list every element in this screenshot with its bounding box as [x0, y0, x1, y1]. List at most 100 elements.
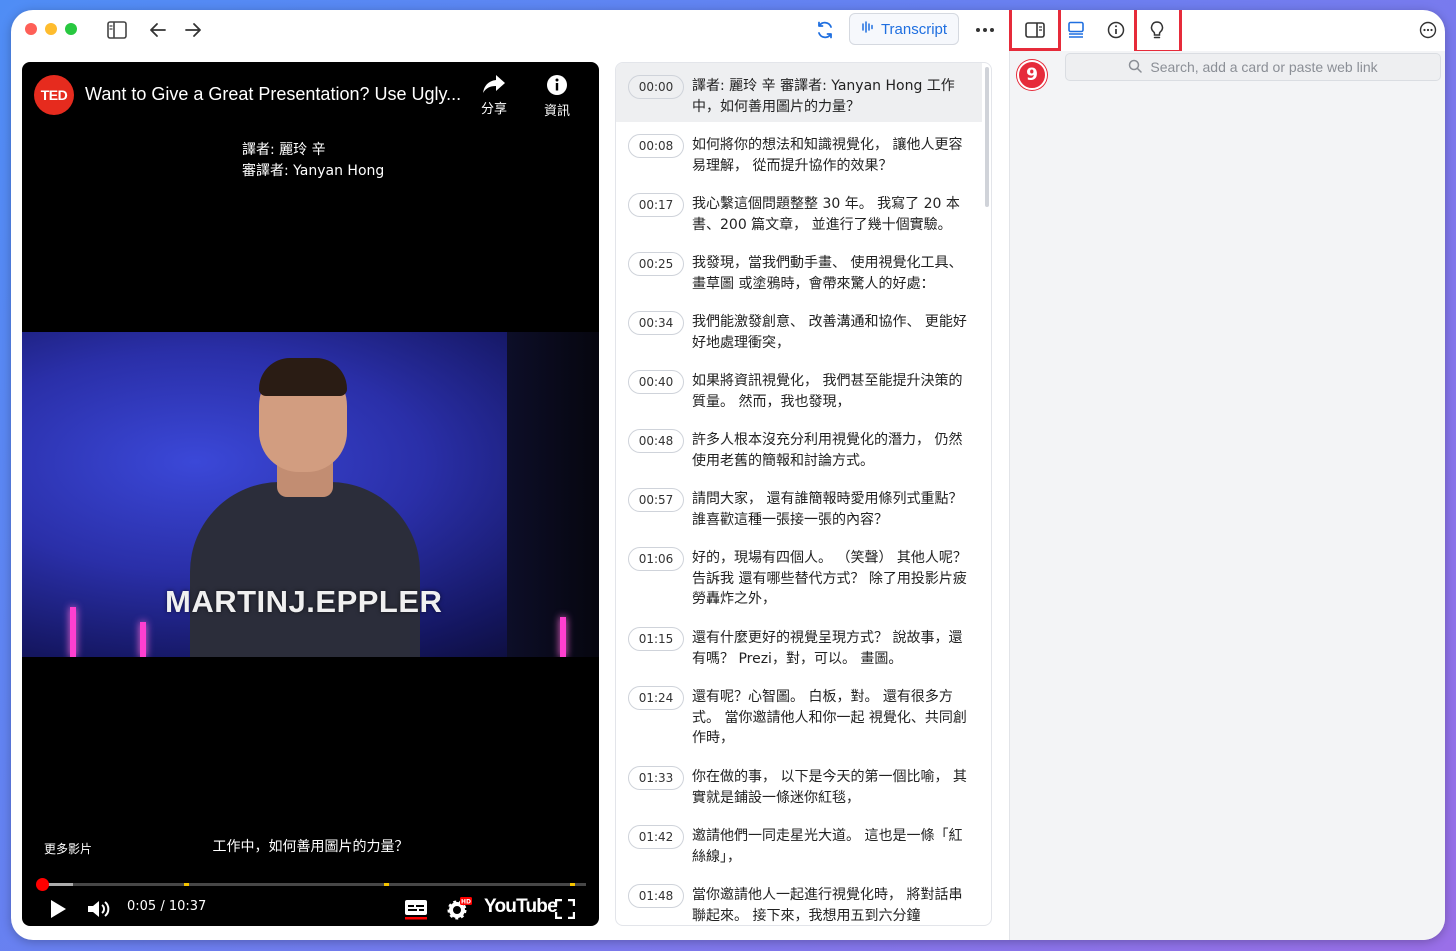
cards-panel [1009, 51, 1445, 940]
transcript-text: 我發現，當我們動手畫、 使用視覺化工具、畫草圖 或塗鴉時，會帶來驚人的好處： [692, 255, 963, 292]
info-button[interactable]: 資訊 [532, 74, 582, 119]
transcript-row[interactable]: 00:17 我心繫這個問題整整 30 年。 我寫了 20 本書、200 篇文章，… [616, 181, 982, 235]
timestamp-pill[interactable]: 01:06 [628, 547, 684, 571]
transcript-text: 我心繫這個問題整整 30 年。 我寫了 20 本書、200 篇文章， 並進行了幾… [692, 196, 960, 233]
transcript-text: 如果將資訊視覺化， 我們甚至能提升決策的質量。 然而，我也發現， [692, 373, 963, 410]
stage-light [70, 607, 76, 657]
transcript-text: 你在做的事， 以下是今天的第一個比喻， 其實就是鋪設一條迷你紅毯， [692, 769, 967, 806]
timestamp-pill[interactable]: 01:15 [628, 627, 684, 651]
timestamp-pill[interactable]: 01:33 [628, 766, 684, 790]
transcript-text: 如何將你的想法和知識視覺化， 讓他人更容易理解， 從而提升協作的效果？ [692, 137, 963, 174]
timestamp-pill[interactable]: 00:48 [628, 429, 684, 453]
video-frame: MARTINJ.EPPLER [22, 332, 599, 657]
translator-credit: 譯者: 麗玲 辛 審譯者: Yanyan Hong [242, 140, 384, 182]
stage-light [140, 622, 146, 657]
chapter-marker [570, 883, 575, 886]
video-title[interactable]: Want to Give a Great Presentation? Use U… [85, 84, 465, 105]
transcript-text: 好的，現場有四個人。 （笑聲） 其他人呢？ 告訴我 還有哪些替代方式？ 除了用投… [692, 550, 967, 607]
transcript-text: 譯者: 麗玲 辛 審譯者: Yanyan Hong 工作中，如何善用圖片的力量？ [692, 78, 955, 115]
play-icon[interactable] [46, 896, 70, 922]
transcript-button-label: Transcript [880, 20, 948, 38]
window-minimize-button[interactable] [45, 23, 57, 35]
share-button[interactable]: 分享 [469, 74, 519, 117]
settings-gear-icon[interactable]: HD [444, 896, 474, 922]
info-icon[interactable] [1104, 18, 1128, 42]
timestamp-pill[interactable]: 00:17 [628, 193, 684, 217]
transcript-scrollbar[interactable] [985, 67, 989, 207]
chapter-marker [184, 883, 189, 886]
refresh-icon[interactable] [813, 18, 837, 42]
timestamp-pill[interactable]: 00:57 [628, 488, 684, 512]
transcript-row[interactable]: 00:00 譯者: 麗玲 辛 審譯者: Yanyan Hong 工作中，如何善用… [616, 63, 982, 122]
timestamp-pill[interactable]: 01:42 [628, 825, 684, 849]
forward-arrow-icon[interactable] [181, 18, 205, 42]
translator-line: 譯者: 麗玲 辛 [242, 142, 326, 158]
transcript-text: 許多人根本沒充分利用視覺化的潛力， 仍然使用老舊的簡報和討論方式。 [692, 432, 963, 469]
split-view-icon[interactable] [1023, 18, 1047, 42]
reviewer-line: 審譯者: Yanyan Hong [242, 163, 385, 179]
speaker-hair [259, 358, 347, 396]
transcript-row[interactable]: 00:08 如何將你的想法和知識視覺化， 讓他人更容易理解， 從而提升協作的效果… [616, 122, 982, 176]
more-options-icon[interactable] [973, 18, 997, 42]
video-player[interactable]: TED Want to Give a Great Presentation? U… [22, 62, 599, 926]
transcript-row[interactable]: 00:34 我們能激發創意、 改善溝通和協作、 更能好好地處理衝突， [616, 299, 982, 353]
stage-shadow [507, 332, 599, 657]
sidebar-toggle-icon[interactable] [105, 18, 129, 42]
cards-view-icon[interactable] [1064, 18, 1088, 42]
speaker-name-overlay: MARTINJ.EPPLER [165, 584, 443, 619]
fullscreen-icon[interactable] [552, 896, 578, 922]
timestamp-pill[interactable]: 01:48 [628, 884, 684, 908]
lightbulb-icon[interactable] [1145, 18, 1169, 42]
window-menu-icon[interactable] [1416, 18, 1440, 42]
transcript-text: 我們能激發創意、 改善溝通和協作、 更能好好地處理衝突， [692, 314, 967, 351]
share-arrow-icon [483, 75, 505, 93]
ted-channel-logo[interactable]: TED [34, 75, 74, 115]
chapter-marker [384, 883, 389, 886]
timestamp-pill[interactable]: 00:25 [628, 252, 684, 276]
transcript-row[interactable]: 01:33 你在做的事， 以下是今天的第一個比喻， 其實就是鋪設一條迷你紅毯， [616, 754, 982, 808]
share-label: 分享 [480, 102, 507, 117]
window-close-button[interactable] [25, 23, 37, 35]
scrubber-knob[interactable] [36, 878, 50, 891]
transcript-row[interactable]: 00:25 我發現，當我們動手畫、 使用視覺化工具、畫草圖 或塗鴉時，會帶來驚人… [616, 240, 982, 294]
stage-light [560, 617, 566, 657]
transcript-button[interactable]: Transcript [849, 13, 959, 45]
transcript-row[interactable]: 01:15 還有什麼更好的視覺呈現方式？ 說故事，還有嗎？ Prezi，對，可以… [616, 615, 982, 669]
timestamp-pill[interactable]: 00:34 [628, 311, 684, 335]
search-placeholder: Search, add a card or paste web link [1150, 59, 1378, 75]
transcript-panel[interactable]: 00:00 譯者: 麗玲 辛 審譯者: Yanyan Hong 工作中，如何善用… [615, 62, 992, 926]
hd-badge: HD [461, 899, 471, 906]
waveform-icon [861, 20, 875, 38]
subtitles-icon[interactable] [402, 896, 430, 922]
transcript-text: 請問大家， 還有誰簡報時愛用條列式重點？ 誰喜歡這種一張接一張的內容？ [692, 491, 963, 528]
youtube-logo[interactable]: YouTube [484, 896, 558, 918]
transcript-text: 還有呢？心智圖。 白板，對。 還有很多方式。 當你邀請他人和你一起 視覺化、共同… [692, 689, 967, 746]
transcript-row[interactable]: 01:06 好的，現場有四個人。 （笑聲） 其他人呢？ 告訴我 還有哪些替代方式… [616, 535, 982, 610]
volume-icon[interactable] [86, 896, 114, 922]
timestamp-pill[interactable]: 00:00 [628, 75, 684, 99]
transcript-row[interactable]: 01:48 當你邀請他人一起進行視覺化時， 將對話串聯起來。 接下來，我想用五到… [616, 872, 982, 925]
card-search-input[interactable]: Search, add a card or paste web link [1065, 53, 1441, 81]
window-zoom-button[interactable] [65, 23, 77, 35]
search-icon [1128, 59, 1143, 76]
info-label: 資訊 [543, 104, 570, 119]
transcript-row[interactable]: 01:24 還有呢？心智圖。 白板，對。 還有很多方式。 當你邀請他人和你一起 … [616, 674, 982, 749]
transcript-text: 還有什麼更好的視覺呈現方式？ 說故事，還有嗎？ Prezi，對，可以。 畫圖。 [692, 630, 963, 667]
time-display: 0:05 / 10:37 [127, 899, 207, 914]
transcript-row[interactable]: 00:48 許多人根本沒充分利用視覺化的潛力， 仍然使用老舊的簡報和討論方式。 [616, 417, 982, 471]
timestamp-pill[interactable]: 00:08 [628, 134, 684, 158]
transcript-row[interactable]: 00:40 如果將資訊視覺化， 我們甚至能提升決策的質量。 然而，我也發現， [616, 358, 982, 412]
annotation-badge: 9 [1017, 60, 1047, 90]
caption-overlay: 工作中，如何善用圖片的力量？ [22, 836, 599, 857]
transcript-text: 邀請他們一同走星光大道。 這也是一條「紅絲線」， [692, 828, 963, 865]
speaker-figure [190, 482, 420, 657]
app-window: Transcript TED Want to Give a Great Pres… [11, 10, 1445, 940]
progress-bar[interactable] [36, 878, 586, 891]
caption-text: 工作中，如何善用圖片的力量？ [208, 837, 413, 857]
transcript-row[interactable]: 01:42 邀請他們一同走星光大道。 這也是一條「紅絲線」， [616, 813, 982, 867]
timestamp-pill[interactable]: 01:24 [628, 686, 684, 710]
timestamp-pill[interactable]: 00:40 [628, 370, 684, 394]
transcript-row[interactable]: 00:57 請問大家， 還有誰簡報時愛用條列式重點？ 誰喜歡這種一張接一張的內容… [616, 476, 982, 530]
transcript-text: 當你邀請他人一起進行視覺化時， 將對話串聯起來。 接下來，我想用五到六分鐘 [692, 887, 963, 924]
back-arrow-icon[interactable] [146, 18, 170, 42]
